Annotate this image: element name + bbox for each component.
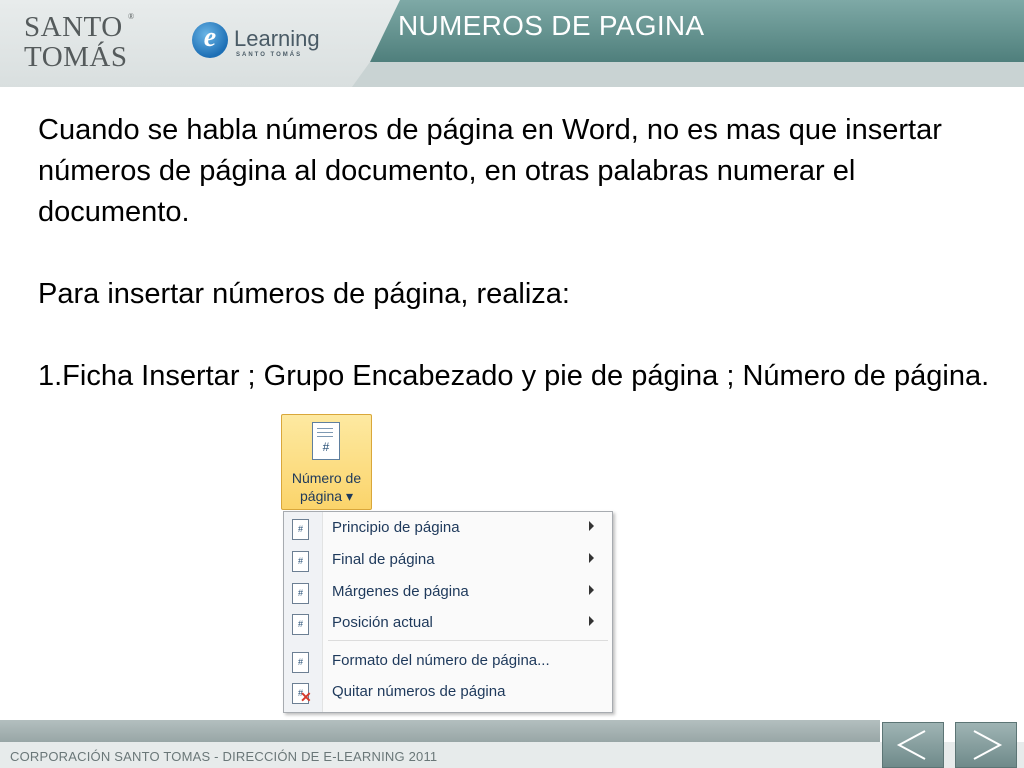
delete-x-icon: ✕ bbox=[300, 689, 312, 705]
slide-body: Cuando se habla números de página en Wor… bbox=[38, 110, 998, 397]
intro-paragraph: Cuando se habla números de página en Wor… bbox=[38, 114, 942, 228]
santo-tomas-logo: SANTO TOMÁS ® bbox=[24, 12, 154, 74]
format-page-number-icon: # bbox=[292, 652, 309, 673]
logo-line2: TOMÁS bbox=[24, 41, 128, 73]
elearning-subtitle: SANTO TOMÁS bbox=[236, 52, 303, 58]
page-number-icon: # bbox=[312, 422, 340, 460]
menu-item-current-position[interactable]: # Posición actual bbox=[284, 608, 612, 638]
page-margins-icon: # bbox=[292, 583, 309, 604]
menu-item-bottom-of-page[interactable]: # Final de página bbox=[284, 545, 612, 575]
submenu-arrow-icon bbox=[589, 521, 594, 531]
submenu-arrow-icon bbox=[589, 616, 594, 626]
slide-title: NUMEROS DE PAGINA bbox=[398, 10, 705, 41]
page-bottom-icon: # bbox=[292, 551, 309, 572]
step-paragraph: 1.Ficha Insertar ; Grupo Encabezado y pi… bbox=[38, 360, 990, 392]
page-top-icon: # bbox=[292, 519, 309, 540]
header: SANTO TOMÁS ® e Learning SANTO TOMÁS NUM… bbox=[0, 0, 1024, 87]
menu-item-remove-page-numbers[interactable]: # ✕ Quitar números de página bbox=[284, 677, 612, 707]
elearning-logo: e Learning SANTO TOMÁS bbox=[186, 16, 326, 68]
next-slide-button[interactable] bbox=[955, 722, 1017, 768]
instruction-paragraph: Para insertar números de página, realiza… bbox=[38, 278, 570, 310]
chevron-left-icon bbox=[896, 730, 926, 760]
menu-item-page-margins[interactable]: # Márgenes de página bbox=[284, 577, 612, 607]
footer-text: CORPORACIÓN SANTO TOMAS - DIRECCIÓN DE E… bbox=[10, 749, 438, 764]
page-number-ribbon-button[interactable]: # Número de página ▾ bbox=[281, 414, 372, 510]
menu-separator bbox=[328, 640, 608, 641]
submenu-arrow-icon bbox=[589, 553, 594, 563]
menu-item-top-of-page[interactable]: # Principio de página bbox=[284, 513, 612, 543]
menu-item-format-page-numbers[interactable]: # Formato del número de página... bbox=[284, 646, 612, 676]
logo-registered-mark: ® bbox=[128, 12, 135, 21]
page-number-dropdown-menu: # Principio de página # Final de página … bbox=[283, 511, 613, 713]
page-number-button-label: Número de página ▾ bbox=[291, 470, 362, 504]
elearning-badge-icon: e bbox=[192, 22, 228, 58]
footer: CORPORACIÓN SANTO TOMAS - DIRECCIÓN DE E… bbox=[0, 720, 1024, 768]
logo-line1: SANTO bbox=[24, 11, 123, 43]
chevron-right-icon bbox=[973, 730, 1003, 760]
current-position-icon: # bbox=[292, 614, 309, 635]
elearning-word: Learning bbox=[234, 26, 320, 51]
previous-slide-button[interactable] bbox=[882, 722, 944, 768]
submenu-arrow-icon bbox=[589, 585, 594, 595]
